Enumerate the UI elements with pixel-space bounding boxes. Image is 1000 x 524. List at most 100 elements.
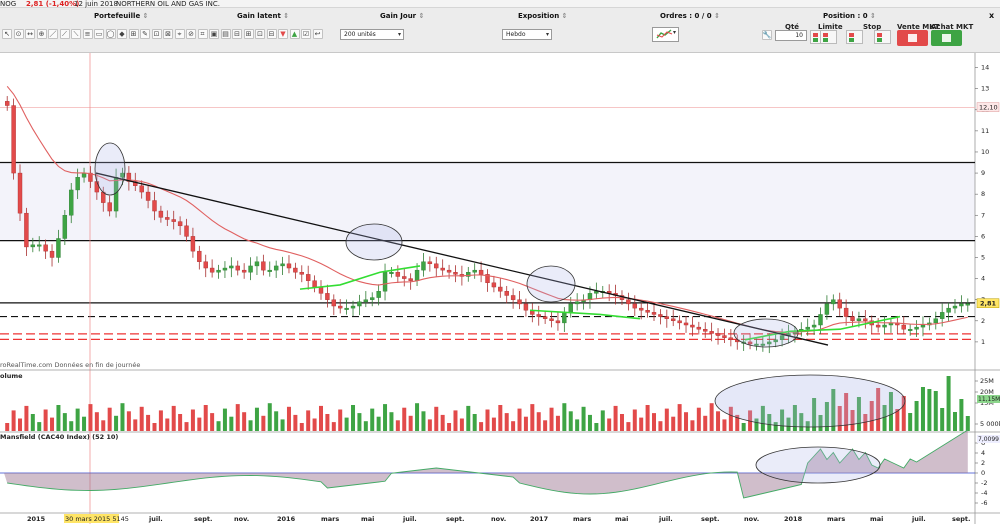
annotation-oval	[94, 142, 126, 196]
price-chart[interactable]: 14131211109876543212,8112,10roRealTime.c…	[0, 53, 1000, 524]
candle-body	[331, 299, 337, 307]
close-icon[interactable]: x	[989, 11, 994, 20]
volume-bar	[523, 416, 528, 431]
pointer-icon[interactable]: ↖	[2, 29, 12, 39]
erase-icon[interactable]: ⊘	[186, 29, 196, 39]
volume-bar	[632, 409, 637, 431]
check-icon[interactable]: ☑	[301, 29, 311, 39]
candle-body	[318, 286, 324, 294]
pencil-icon[interactable]: ✎	[140, 29, 150, 39]
frame-icon[interactable]: ⊡	[255, 29, 265, 39]
volume-bar	[607, 418, 612, 431]
volume-bar	[658, 421, 663, 431]
volume-bar	[351, 405, 356, 431]
grid-tool-icon[interactable]: ⊞	[128, 29, 139, 39]
candle-body	[254, 261, 260, 267]
volume-bar	[152, 423, 157, 431]
line-tool-icon[interactable]: ／	[48, 29, 58, 39]
candle-body	[241, 269, 247, 273]
candle-body	[472, 269, 477, 273]
candle-body	[933, 318, 938, 324]
candle-body	[165, 217, 170, 220]
candle-body	[805, 326, 810, 330]
volume-bar	[427, 419, 432, 431]
minus-box-icon[interactable]: ⊟	[232, 29, 242, 39]
volume-bar	[158, 410, 163, 431]
ordres-header[interactable]: Ordres : 0 / 0 ⇕	[660, 12, 720, 20]
stop-limit-stepper[interactable]	[874, 30, 891, 44]
chevron-down-icon: ▾	[545, 31, 549, 38]
volume-bar	[709, 403, 714, 431]
buy-icon	[942, 34, 951, 42]
volume-bar	[722, 419, 727, 431]
up-arrow-icon[interactable]: ▲	[289, 29, 300, 39]
volume-bar	[908, 413, 913, 431]
candle-body	[651, 312, 657, 315]
lines-tool-icon[interactable]: ▤	[220, 29, 231, 39]
candle-body	[248, 265, 253, 273]
fib-tool-icon[interactable]: ≡	[82, 29, 93, 39]
candle-body	[478, 269, 484, 275]
position-header[interactable]: Position : 0 ⇕	[823, 12, 876, 20]
target-icon[interactable]: ⌖	[174, 29, 185, 39]
candle-body	[638, 307, 644, 311]
down-arrow-icon[interactable]: ▼	[278, 29, 288, 39]
x-axis-label: mai	[615, 515, 628, 523]
ellipse-tool-icon[interactable]: ◯	[105, 29, 116, 39]
chart-area[interactable]: 14131211109876543212,8112,10roRealTime.c…	[0, 53, 1000, 524]
sell-market-button[interactable]	[897, 30, 928, 46]
candle-body	[171, 219, 176, 222]
buy-market-button[interactable]	[931, 30, 962, 46]
instrument-name: NORTHERN OIL AND GAS INC.	[116, 0, 221, 8]
undo-icon[interactable]: ↩	[312, 29, 323, 39]
candle-body	[536, 314, 541, 317]
volume-bar	[133, 419, 138, 431]
volume-bar	[530, 404, 535, 431]
channel-icon[interactable]: ⌗	[197, 29, 208, 39]
volume-bar	[671, 416, 676, 431]
period-select[interactable]: Hebdo ▾	[502, 29, 552, 40]
candle-body	[491, 282, 497, 288]
volume-bar	[434, 406, 439, 431]
volume-bar	[88, 404, 93, 431]
cross-box-icon[interactable]: ⊠	[163, 29, 173, 39]
box-tool-icon[interactable]: ⊡	[151, 29, 162, 39]
candle-body	[5, 101, 10, 106]
volume-bar	[24, 405, 29, 431]
candle-body	[664, 316, 670, 319]
volume-bar	[11, 410, 16, 431]
volume-bar	[62, 413, 67, 431]
candle-body	[357, 301, 362, 307]
minus-icon[interactable]: ⊟	[266, 29, 277, 39]
circle-tool-icon[interactable]: ⊙	[13, 29, 24, 39]
ray-tool-icon[interactable]: ⟍	[71, 29, 81, 39]
plus-box-icon[interactable]: ⊞	[243, 29, 254, 39]
volume-bar	[363, 421, 368, 431]
limite-stepper[interactable]	[820, 30, 837, 44]
volume-bar	[389, 412, 394, 431]
candle-body	[517, 299, 522, 305]
volume-bar	[619, 414, 624, 431]
volume-bar	[318, 405, 323, 431]
cross-tool-icon[interactable]: ⊕	[36, 29, 47, 39]
qty-input[interactable]: 10	[775, 30, 807, 41]
toolbar: Portefeuille ⇕ Gain latent ⇕ Gain Jour ⇕…	[0, 8, 1000, 53]
volume-last-label: 11,15M	[978, 396, 1000, 403]
shape-tool-icon[interactable]: ◆	[117, 29, 127, 39]
candle-body	[498, 286, 503, 292]
volume-bar	[184, 422, 189, 431]
candle-body	[139, 185, 144, 193]
arrows-icon[interactable]: ↔	[25, 29, 35, 39]
volume-bar	[741, 423, 746, 431]
volume-bar	[376, 416, 381, 431]
candle-body	[946, 307, 951, 313]
square-tool-icon[interactable]: ▣	[209, 29, 219, 39]
chart-type-select[interactable]: ▾	[652, 27, 679, 42]
rect-tool-icon[interactable]: ▭	[94, 29, 104, 39]
trend-tool-icon[interactable]: ⟋	[59, 29, 70, 39]
units-select[interactable]: 200 unités ▾	[340, 29, 404, 40]
y-tick-label: 13	[981, 85, 989, 93]
wrench-icon[interactable]: 🔧	[762, 30, 772, 40]
y-tick-label: 10	[981, 148, 989, 156]
stop-stepper[interactable]	[846, 30, 863, 44]
